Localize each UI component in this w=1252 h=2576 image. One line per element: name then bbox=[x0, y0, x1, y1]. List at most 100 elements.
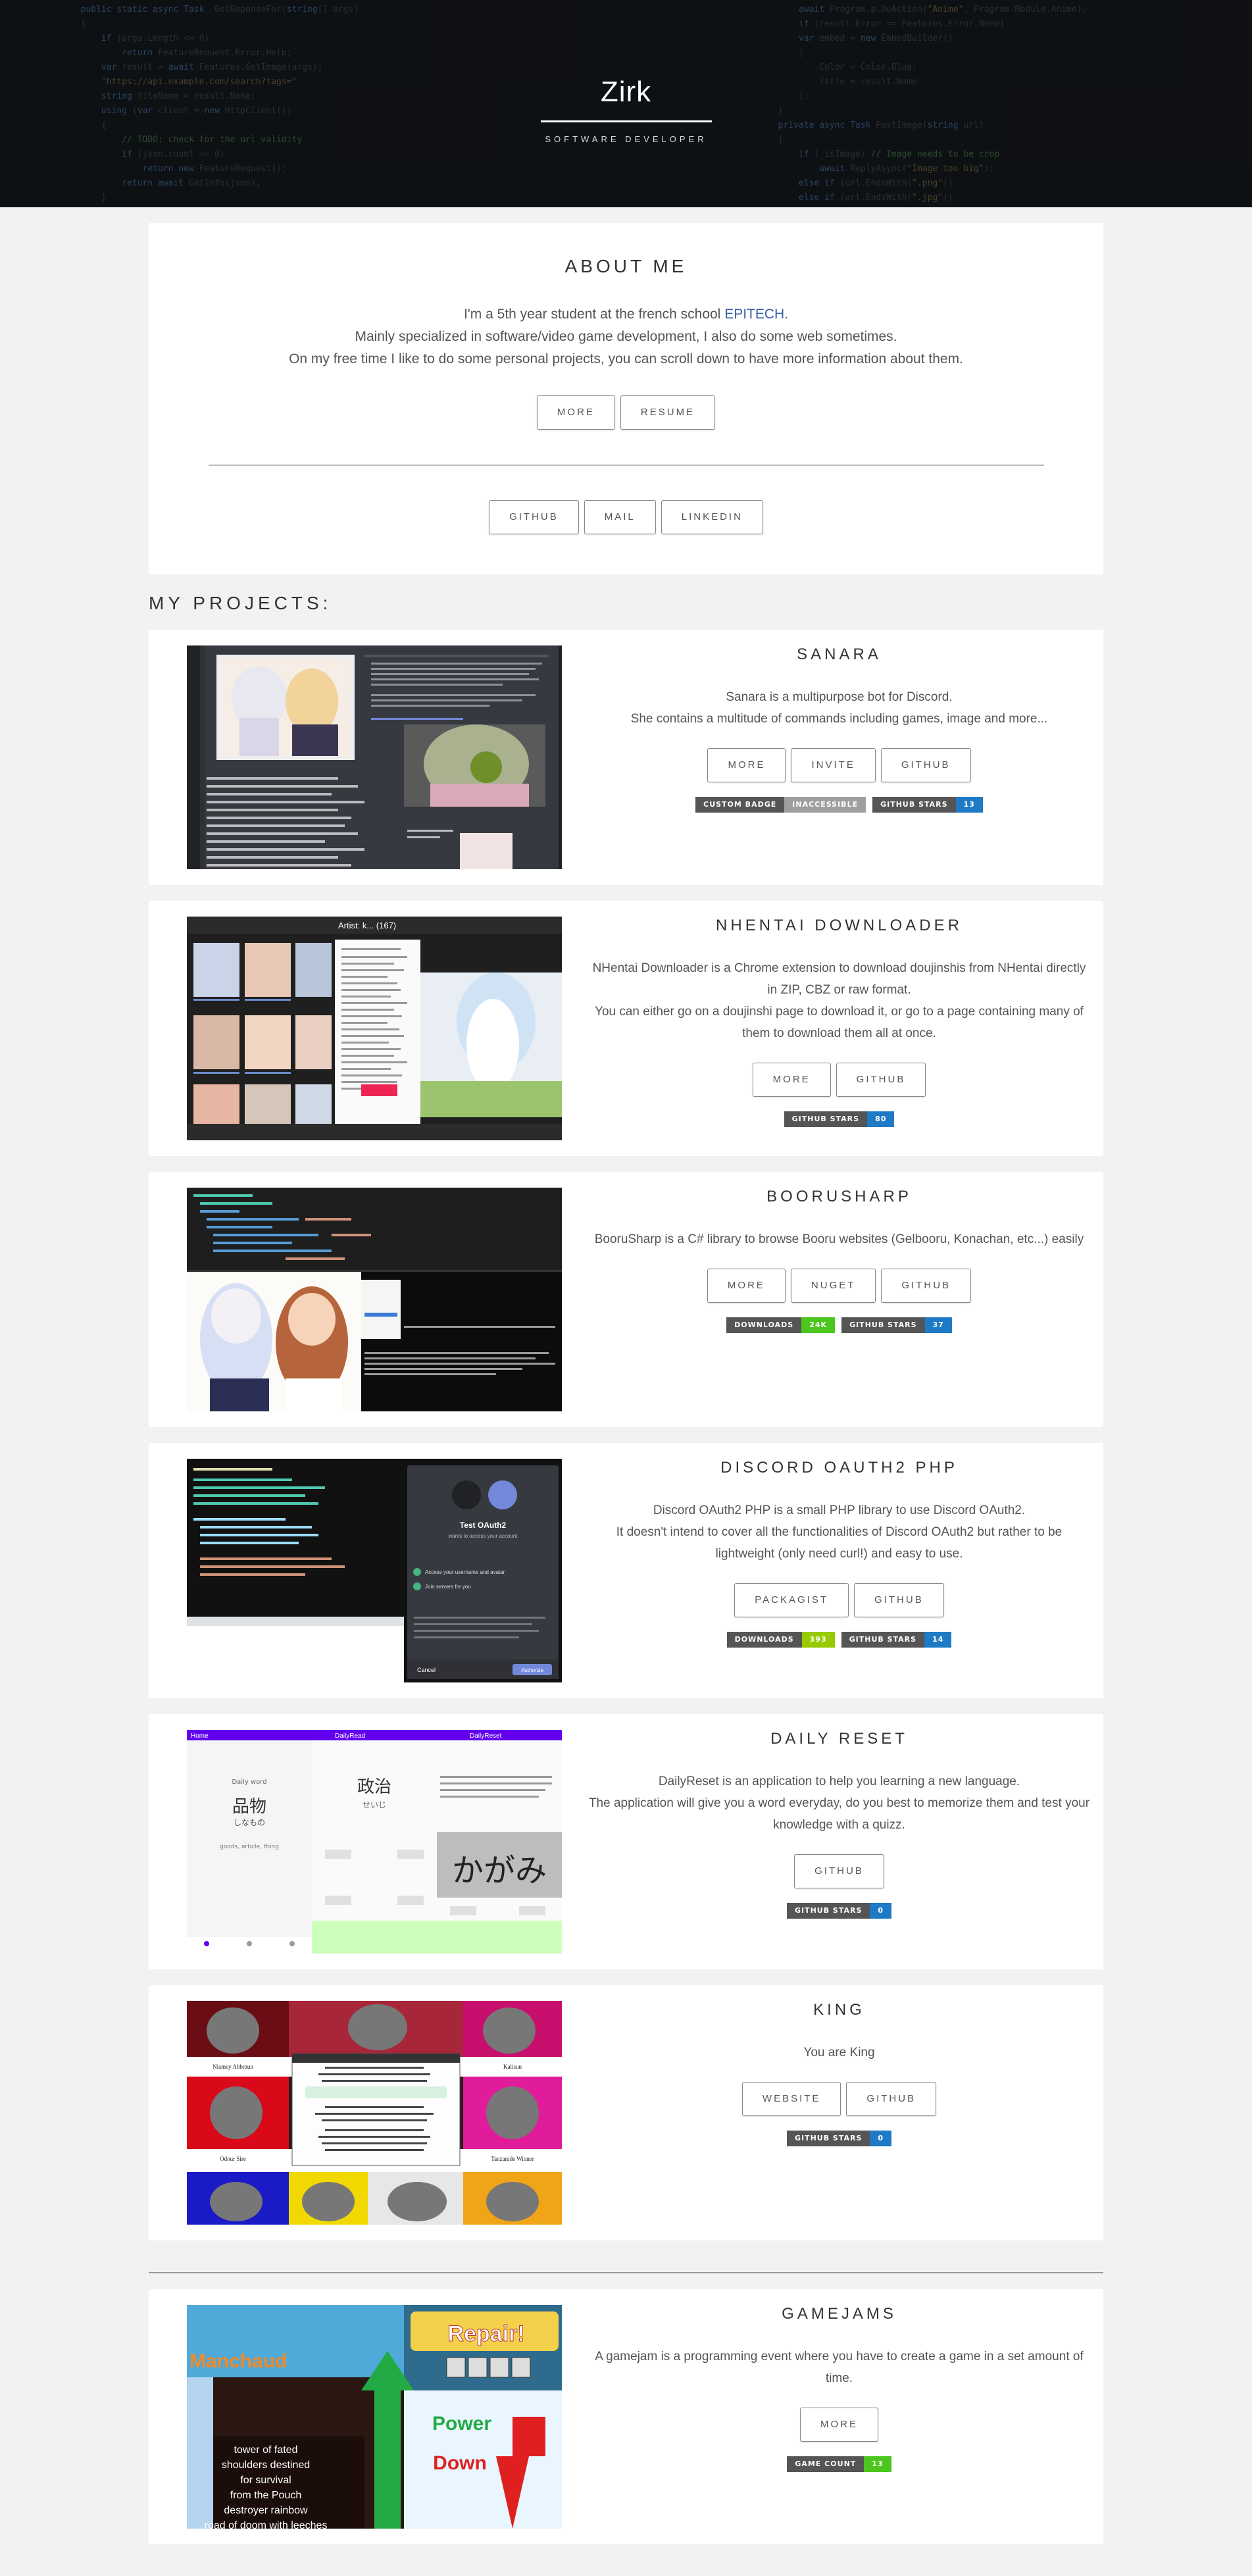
daily-word-kana: しなもの bbox=[234, 1818, 265, 1827]
badge-label: DOWNLOADS bbox=[726, 1317, 802, 1333]
sanara-badges: CUSTOM BADGE INACCESSIBLE GITHUB STARS 13 bbox=[588, 797, 1090, 813]
oauth-cancel-text: Cancel bbox=[417, 1667, 436, 1673]
page-bottom-spacer bbox=[149, 2544, 1103, 2571]
oauth-authorize-text: Authorize bbox=[521, 1667, 543, 1673]
boorusharp-ide-mock bbox=[187, 1188, 562, 1411]
dailyreset-github-button[interactable]: GITHUB bbox=[794, 1854, 884, 1888]
gamejam-title-1: Manchaud bbox=[189, 2350, 287, 2372]
nhentai-buttons: MORE GITHUB bbox=[588, 1063, 1090, 1097]
project-boorusharp: BOORUSHARP BooruSharp is a C# library to… bbox=[149, 1172, 1103, 1427]
badge-value: INACCESSIBLE bbox=[784, 797, 866, 813]
king-title: KING bbox=[813, 2001, 865, 2019]
mail-button[interactable]: MAIL bbox=[584, 500, 656, 534]
sanara-title: SANARA bbox=[797, 645, 882, 663]
badge-value: 393 bbox=[801, 1632, 835, 1648]
sanara-screenshot bbox=[187, 645, 562, 869]
nhentai-title: NHENTAI DOWNLOADER bbox=[716, 917, 963, 934]
oauth2-badges: DOWNLOADS 393 GITHUB STARS 14 bbox=[588, 1632, 1090, 1648]
nhentai-desc-1: NHentai Downloader is a Chrome extension… bbox=[592, 961, 1086, 997]
game-count-badge[interactable]: GAME COUNT 13 bbox=[787, 2456, 891, 2472]
downloads-badge[interactable]: DOWNLOADS 393 bbox=[726, 1632, 835, 1648]
daily-quiz-kanji: 政治 bbox=[357, 1777, 391, 1797]
dailyreset-screenshot: Home DailyRead DailyReset Daily word 品物 … bbox=[187, 1730, 562, 1954]
dailyreset-details: DAILY RESET DailyReset is an application… bbox=[562, 1730, 1103, 1919]
nhentai-badges: GITHUB STARS 80 bbox=[588, 1111, 1090, 1127]
gamejam-story-2: shoulders destined bbox=[222, 2460, 310, 2471]
github-stars-badge[interactable]: GITHUB STARS 14 bbox=[841, 1632, 952, 1648]
sanara-discord-mock bbox=[187, 645, 562, 869]
github-stars-badge[interactable]: GITHUB STARS 13 bbox=[872, 797, 983, 813]
about-more-button[interactable]: MORE bbox=[536, 395, 615, 430]
downloads-badge[interactable]: DOWNLOADS 24K bbox=[726, 1317, 836, 1333]
gamejam-power: Power bbox=[432, 2413, 491, 2435]
king-caption-1: Niamey Abbraun bbox=[213, 2063, 253, 2070]
sanara-desc-1: Sanara is a multipurpose bot for Discord… bbox=[726, 690, 953, 704]
epitech-link[interactable]: EPITECH bbox=[724, 307, 784, 322]
gamejams-details: GAMEJAMS A gamejam is a programming even… bbox=[562, 2305, 1103, 2472]
king-desc-1: You are King bbox=[803, 2046, 875, 2059]
project-discord-oauth2-php: Test OAuth2 wants to access your account… bbox=[149, 1443, 1103, 1698]
king-badges: GITHUB STARS 0 bbox=[588, 2131, 1090, 2146]
daily-handwriting: かがみ bbox=[452, 1852, 547, 1889]
about-title: ABOUT ME bbox=[564, 256, 688, 276]
oauth2-buttons: PACKAGIST GITHUB bbox=[588, 1583, 1090, 1617]
about-divider bbox=[208, 465, 1044, 466]
gamejam-title-2: Repair! bbox=[447, 2321, 524, 2346]
sanara-buttons: MORE INVITE GITHUB bbox=[588, 748, 1090, 782]
boorusharp-nuget-button[interactable]: NUGET bbox=[790, 1269, 876, 1303]
oauth2-details: DISCORD OAUTH2 PHP Discord OAuth2 PHP is… bbox=[562, 1459, 1103, 1648]
github-stars-badge[interactable]: GITHUB STARS 0 bbox=[786, 1903, 892, 1919]
about-line-2: Mainly specialized in software/video gam… bbox=[355, 329, 897, 344]
boorusharp-github-button[interactable]: GITHUB bbox=[881, 1269, 972, 1303]
badge-value: 24K bbox=[801, 1317, 836, 1333]
king-caption-4: Tanzanide Winner bbox=[491, 2156, 534, 2162]
gamejams-collage: Manchaud tower of fated shoulders destin… bbox=[187, 2305, 562, 2529]
github-stars-badge[interactable]: GITHUB STARS 0 bbox=[786, 2131, 892, 2146]
badge-value: 14 bbox=[924, 1632, 952, 1648]
king-details: KING You are King WEBSITE GITHUB GITHUB … bbox=[562, 2001, 1103, 2146]
boorusharp-more-button[interactable]: MORE bbox=[707, 1269, 786, 1303]
sanara-desc-2: She contains a multitude of commands inc… bbox=[630, 712, 1048, 726]
custom-badge[interactable]: CUSTOM BADGE INACCESSIBLE bbox=[695, 797, 866, 813]
oauth-subtitle: wants to access your account bbox=[448, 1533, 518, 1539]
daily-tab-home: Home bbox=[191, 1732, 209, 1740]
daily-word-kanji: 品物 bbox=[232, 1797, 266, 1817]
project-sanara: SANARA Sanara is a multipurpose bot for … bbox=[149, 630, 1103, 885]
packagist-button[interactable]: PACKAGIST bbox=[734, 1583, 849, 1617]
github-stars-badge[interactable]: GITHUB STARS 37 bbox=[841, 1317, 952, 1333]
king-website-button[interactable]: WEBSITE bbox=[741, 2082, 841, 2116]
projects-title: MY PROJECTS: bbox=[149, 593, 332, 613]
badge-label: GITHUB STARS bbox=[841, 1632, 925, 1648]
gamejam-story-3: for survival bbox=[240, 2475, 291, 2486]
daily-word-label: Daily word bbox=[232, 1779, 266, 1786]
boorusharp-badges: DOWNLOADS 24K GITHUB STARS 37 bbox=[588, 1317, 1090, 1333]
king-caption-3: Odour Sire bbox=[220, 2156, 246, 2162]
badge-label: GITHUB STARS bbox=[786, 1903, 870, 1919]
nhentai-browser-mock: Artist: k... (167) bbox=[187, 917, 562, 1140]
gamejams-badges: GAME COUNT 13 bbox=[588, 2456, 1090, 2472]
gamejams-title: GAMEJAMS bbox=[782, 2305, 897, 2323]
nhentai-github-button[interactable]: GITHUB bbox=[836, 1063, 926, 1097]
king-screenshot: Niamey Abbraun Kalisun Odour Sire Tanzan… bbox=[187, 2001, 562, 2225]
king-github-button[interactable]: GITHUB bbox=[846, 2082, 937, 2116]
badge-value: 0 bbox=[870, 1903, 892, 1919]
nhentai-screen-title: Artist: k... (167) bbox=[338, 921, 396, 930]
gamejams-more-button[interactable]: MORE bbox=[800, 2408, 878, 2442]
dailyreset-buttons: GITHUB bbox=[588, 1854, 1090, 1888]
github-stars-badge[interactable]: GITHUB STARS 80 bbox=[784, 1111, 895, 1127]
header-title-block: Zirk SOFTWARE DEVELOPER bbox=[0, 76, 1252, 144]
resume-button[interactable]: RESUME bbox=[620, 395, 716, 430]
oauth2-github-button[interactable]: GITHUB bbox=[854, 1583, 944, 1617]
sanara-github-button[interactable]: GITHUB bbox=[880, 748, 971, 782]
daily-quiz-kana: せいじ bbox=[363, 1800, 386, 1809]
sanara-invite-button[interactable]: INVITE bbox=[791, 748, 876, 782]
about-line-1: I'm a 5th year student at the french sch… bbox=[149, 303, 1103, 326]
sanara-more-button[interactable]: MORE bbox=[707, 748, 786, 782]
nhentai-more-button[interactable]: MORE bbox=[752, 1063, 831, 1097]
badge-label: GITHUB STARS bbox=[784, 1111, 868, 1127]
linkedin-button[interactable]: LINKEDIN bbox=[661, 500, 763, 534]
boorusharp-buttons: MORE NUGET GITHUB bbox=[588, 1269, 1090, 1303]
github-profile-button[interactable]: GITHUB bbox=[489, 500, 579, 534]
dailyreset-app-mock: Home DailyRead DailyReset Daily word 品物 … bbox=[187, 1730, 562, 1954]
king-buttons: WEBSITE GITHUB bbox=[588, 2082, 1090, 2116]
